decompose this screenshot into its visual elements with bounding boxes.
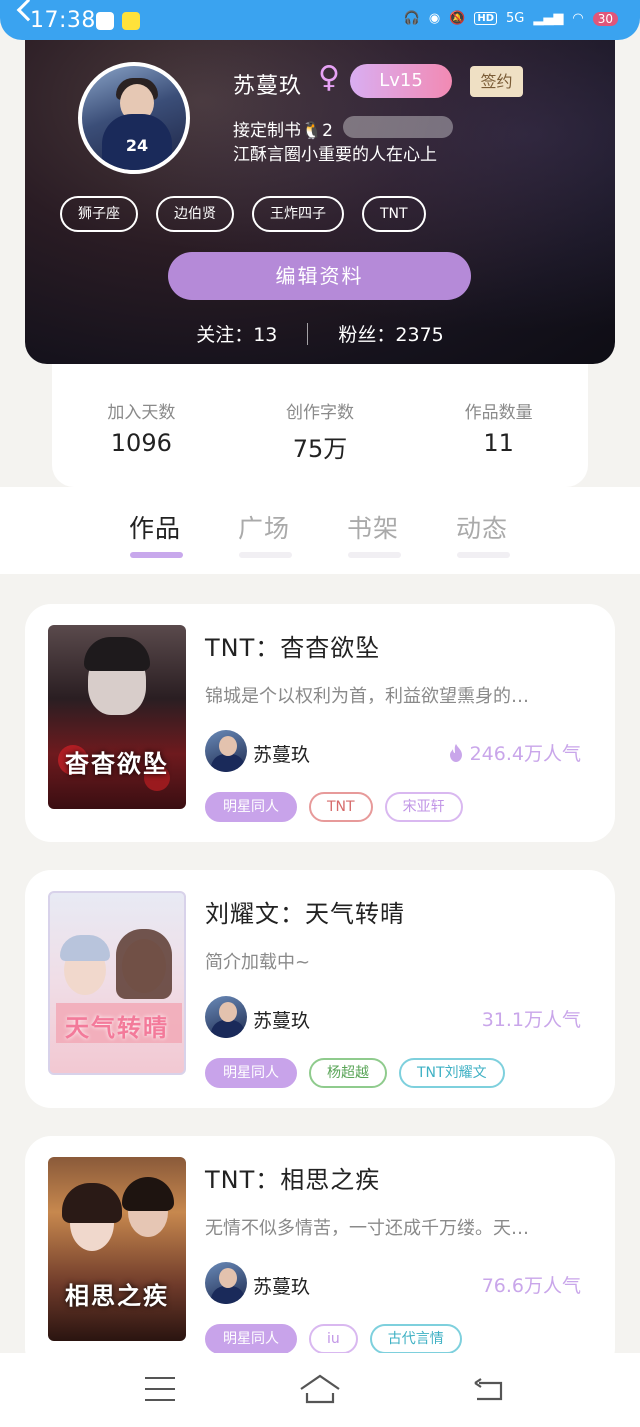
notification-app-icon-2 bbox=[122, 12, 140, 30]
book-card[interactable]: 相思之疾 TNT：相思之疾 无情不似多情苦，一寸还成千万缕。天… 苏蔓玖 76.… bbox=[25, 1136, 615, 1374]
stat-value: 11 bbox=[483, 429, 514, 457]
book-cover[interactable]: 杳杳欲坠 bbox=[48, 625, 186, 809]
profile-tags: 狮子座 边伯贤 王炸四子 TNT bbox=[60, 196, 426, 232]
signed-badge[interactable]: 签约 bbox=[470, 66, 523, 97]
profile-header: 24 苏蔓玖 ♀ Lv15 签约 接定制书🐧2 江酥言圈小重要的人在心上 狮子座… bbox=[25, 36, 615, 364]
stat-label: 作品数量 bbox=[464, 403, 533, 423]
author-avatar[interactable] bbox=[205, 996, 247, 1038]
tab-bookshelf[interactable]: 书架 bbox=[347, 509, 399, 545]
back-icon[interactable] bbox=[473, 1377, 503, 1401]
author-name[interactable]: 苏蔓玖 bbox=[253, 740, 310, 767]
tab-works[interactable]: 作品 bbox=[129, 509, 181, 545]
profile-tag[interactable]: 狮子座 bbox=[60, 196, 138, 232]
popularity: 76.6万人气 bbox=[482, 1271, 581, 1298]
book-title[interactable]: TNT：杳杳欲坠 bbox=[205, 628, 380, 663]
stat-label: 创作字数 bbox=[285, 403, 354, 423]
tab-indicator bbox=[457, 552, 510, 558]
book-tags: 明星同人 杨超越 TNT刘耀文 bbox=[205, 1058, 505, 1088]
book-tag[interactable]: 明星同人 bbox=[205, 1058, 297, 1088]
battery-indicator: 30 bbox=[592, 11, 618, 26]
mute-icon: 🔕 bbox=[449, 11, 466, 26]
book-title[interactable]: 刘耀文：天气转晴 bbox=[205, 894, 405, 929]
status-time: 17:38 bbox=[30, 8, 96, 33]
tab-square[interactable]: 广场 bbox=[238, 509, 290, 545]
cover-title: 杳杳欲坠 bbox=[65, 750, 169, 778]
menu-icon[interactable] bbox=[145, 1377, 175, 1401]
stat-days: 加入天数 1096 bbox=[71, 398, 211, 487]
book-tag[interactable]: 明星同人 bbox=[205, 1324, 297, 1354]
book-description: 锦城是个以权利为首，利益欲望熏身的… bbox=[205, 686, 529, 707]
follow-stats: 关注：13 粉丝：2375 bbox=[25, 320, 615, 347]
tab-activity[interactable]: 动态 bbox=[456, 509, 508, 545]
stats-panel: 加入天数 1096 创作字数 75万 作品数量 11 bbox=[52, 364, 588, 487]
bio-line-1: 接定制书🐧2 bbox=[233, 121, 333, 141]
book-tag[interactable]: TNT刘耀文 bbox=[399, 1058, 505, 1088]
book-card[interactable]: 杳杳欲坠 TNT：杳杳欲坠 锦城是个以权利为首，利益欲望熏身的… 苏蔓玖 246… bbox=[25, 604, 615, 842]
profile-name: 苏蔓玖 bbox=[233, 74, 303, 99]
cover-title: 相思之疾 bbox=[65, 1282, 169, 1310]
signal-icon: ▂▄▆ bbox=[533, 11, 564, 26]
book-title[interactable]: TNT：相思之疾 bbox=[205, 1160, 380, 1195]
stat-words: 创作字数 75万 bbox=[250, 398, 390, 487]
notification-app-icon bbox=[96, 12, 114, 30]
tab-indicator bbox=[348, 552, 401, 558]
level-badge[interactable]: Lv15 bbox=[350, 64, 452, 98]
following-count[interactable]: 关注：13 bbox=[196, 320, 277, 347]
tab-indicator-active bbox=[130, 552, 183, 558]
book-tag[interactable]: 明星同人 bbox=[205, 792, 297, 822]
book-description: 简介加载中~ bbox=[205, 952, 311, 973]
home-icon[interactable] bbox=[299, 1373, 341, 1405]
edit-profile-button[interactable]: 编辑资料 bbox=[168, 252, 471, 300]
tab-indicator bbox=[239, 552, 292, 558]
popularity-value: 246.4万人气 bbox=[469, 743, 581, 765]
profile-tag[interactable]: 边伯贤 bbox=[156, 196, 234, 232]
book-tags: 明星同人 iu 古代言情 bbox=[205, 1324, 462, 1354]
wifi-icon: ◠ bbox=[572, 11, 584, 26]
stat-value: 1096 bbox=[110, 429, 172, 457]
book-tag[interactable]: 宋亚轩 bbox=[384, 792, 463, 822]
cover-title: 天气转晴 bbox=[65, 1014, 169, 1042]
book-description: 无情不似多情苦，一寸还成千万缕。天… bbox=[205, 1218, 529, 1239]
location-icon: ◉ bbox=[428, 11, 441, 26]
status-bar: 17:38 🎧 ◉ 🔕 HD 5G ▂▄▆ ◠ 30 bbox=[0, 0, 640, 40]
book-cover[interactable]: 天气转晴 bbox=[48, 891, 186, 1075]
popularity: 246.4万人气 bbox=[448, 739, 581, 766]
book-tag[interactable]: iu bbox=[309, 1324, 358, 1354]
headset-icon: 🎧 bbox=[403, 11, 420, 26]
popularity: 31.1万人气 bbox=[482, 1005, 581, 1032]
book-tag[interactable]: 古代言情 bbox=[369, 1324, 462, 1354]
stat-value: 75万 bbox=[292, 435, 348, 463]
popularity-value: 76.6万人气 bbox=[481, 1275, 581, 1297]
flame-icon bbox=[449, 743, 462, 762]
book-tag[interactable]: TNT bbox=[309, 792, 373, 822]
stat-works: 作品数量 11 bbox=[429, 398, 569, 487]
content-tabs: 作品 广场 书架 动态 bbox=[0, 487, 640, 574]
author-name[interactable]: 苏蔓玖 bbox=[253, 1006, 310, 1033]
network-label: 5G bbox=[506, 11, 525, 26]
female-symbol-icon: ♀ bbox=[318, 60, 340, 95]
book-card[interactable]: 天气转晴 刘耀文：天气转晴 简介加载中~ 苏蔓玖 31.1万人气 明星同人 杨超… bbox=[25, 870, 615, 1108]
author-name[interactable]: 苏蔓玖 bbox=[253, 1272, 310, 1299]
stat-label: 加入天数 bbox=[107, 403, 176, 423]
profile-tag[interactable]: TNT bbox=[362, 196, 426, 232]
hd-badge: HD bbox=[474, 12, 498, 25]
bio-line-2: 江酥言圈小重要的人在心上 bbox=[233, 145, 437, 165]
author-avatar[interactable] bbox=[205, 730, 247, 772]
redacted-number bbox=[343, 116, 453, 138]
book-tags: 明星同人 TNT 宋亚轩 bbox=[205, 792, 463, 822]
popularity-value: 31.1万人气 bbox=[481, 1009, 581, 1031]
followers-count[interactable]: 粉丝：2375 bbox=[338, 320, 443, 347]
author-avatar[interactable] bbox=[205, 1262, 247, 1304]
divider bbox=[307, 322, 309, 345]
avatar[interactable]: 24 bbox=[78, 62, 190, 174]
book-cover[interactable]: 相思之疾 bbox=[48, 1157, 186, 1341]
status-indicators: 🎧 ◉ 🔕 HD 5G ▂▄▆ ◠ 30 bbox=[404, 11, 618, 26]
book-tag[interactable]: 杨超越 bbox=[309, 1058, 387, 1088]
profile-tag[interactable]: 王炸四子 bbox=[252, 196, 344, 232]
system-nav-bar bbox=[0, 1353, 640, 1427]
